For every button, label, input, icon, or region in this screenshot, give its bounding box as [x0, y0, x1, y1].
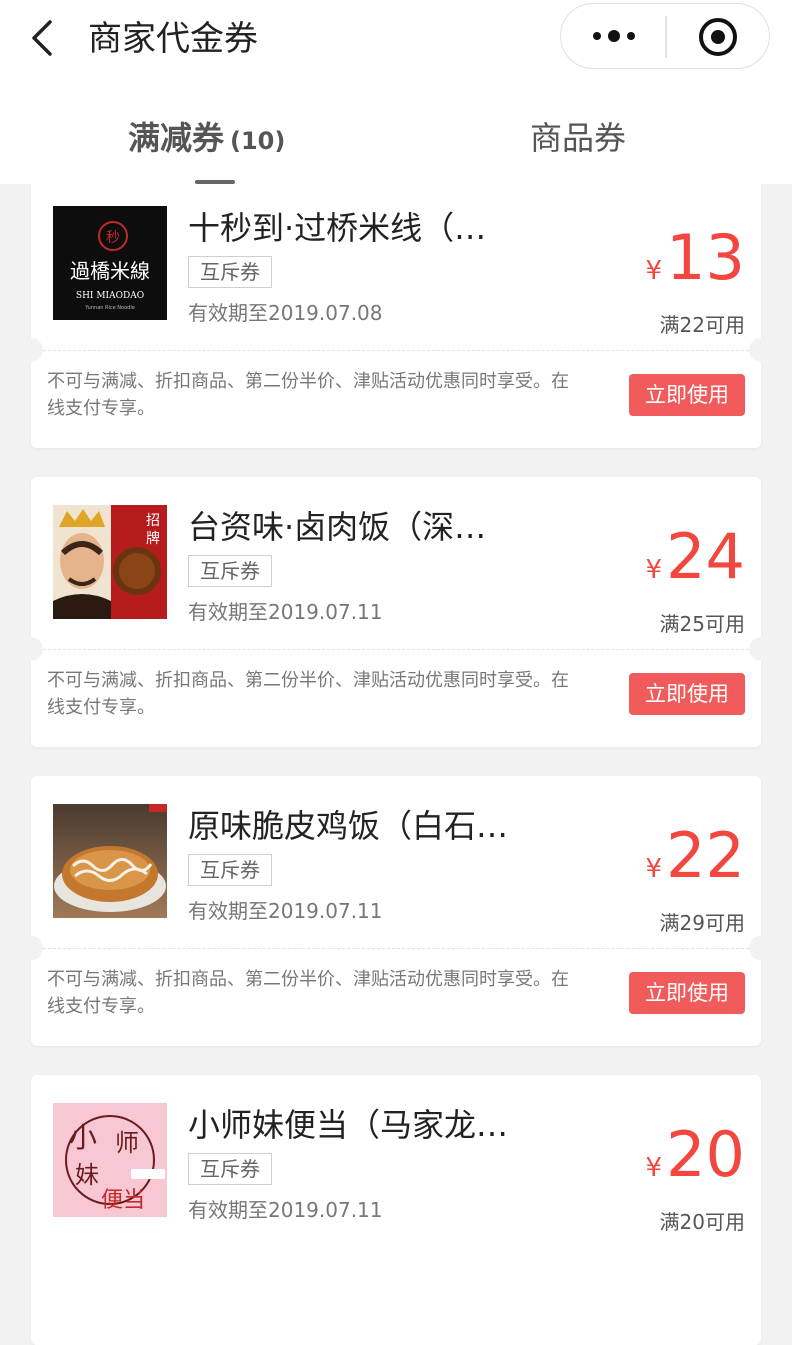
- card-notch: [749, 338, 773, 362]
- expire-date: 有效期至2019.07.08: [188, 301, 383, 325]
- svg-text:小: 小: [69, 1121, 97, 1154]
- capsule-divider: [665, 16, 667, 58]
- coupon-terms: 不可与满减、折扣商品、第二份半价、津贴活动优惠同时享受。在线支付专享。: [47, 969, 569, 1017]
- tab-discount-coupons[interactable]: 满减券 (10): [128, 108, 285, 168]
- record-target-icon[interactable]: [698, 17, 738, 57]
- expire-date: 有效期至2019.07.11: [188, 600, 383, 624]
- shop-name[interactable]: 原味脆皮鸡饭（白石…: [188, 804, 508, 848]
- page-title: 商家代金券: [88, 19, 258, 59]
- coupon-card: 招 牌 台资味·卤肉饭（深… 互斥券 有效期至2019.07.11 ¥24 满2…: [19, 477, 773, 747]
- coupon-card: 原味脆皮鸡饭（白石… 互斥券 有效期至2019.07.11 ¥22 满29可用 …: [19, 776, 773, 1046]
- currency-symbol: ¥: [645, 1153, 663, 1183]
- dashed-divider: [43, 948, 749, 949]
- shop-name[interactable]: 台资味·卤肉饭（深…: [188, 505, 486, 549]
- coupon-amount: ¥13: [646, 222, 745, 294]
- expire-date: 有效期至2019.07.11: [188, 899, 383, 923]
- active-tab-indicator: [195, 180, 235, 184]
- shop-logo: [53, 804, 167, 918]
- svg-text:师: 师: [115, 1129, 139, 1157]
- svg-text:牌: 牌: [146, 530, 160, 547]
- tab-label: 商品券: [530, 119, 627, 157]
- shop-logo: 秒 過橋米線 SHI MIAODAO Yunnan Rice Noodle: [53, 206, 167, 320]
- use-condition: 满20可用: [659, 1210, 745, 1234]
- svg-text:Yunnan Rice Noodle: Yunnan Rice Noodle: [84, 305, 135, 311]
- coupon-type-badge: 互斥券: [188, 1153, 272, 1185]
- coupon-terms: 不可与满减、折扣商品、第二份半价、津贴活动优惠同时享受。在线支付专享。: [47, 371, 569, 419]
- card-notch: [749, 637, 773, 661]
- back-arrow-icon[interactable]: [28, 18, 62, 58]
- coupon-amount: ¥24: [646, 521, 745, 593]
- more-dots-icon[interactable]: [591, 26, 637, 46]
- amount-value: 22: [666, 819, 745, 892]
- currency-symbol: ¥: [645, 854, 663, 884]
- coupon-card: 秒 過橋米線 SHI MIAODAO Yunnan Rice Noodle 十秒…: [19, 178, 773, 448]
- coupon-type-badge: 互斥券: [188, 854, 272, 886]
- coupon-amount: ¥20: [646, 1119, 745, 1191]
- top-bar: 商家代金券 满减券 (10) 商品券: [0, 0, 792, 184]
- coupon-terms: 不可与满减、折扣商品、第二份半价、津贴活动优惠同时享受。在线支付专享。: [47, 670, 569, 718]
- shop-name[interactable]: 十秒到·过桥米线（…: [188, 206, 486, 250]
- svg-text:秒: 秒: [106, 230, 120, 246]
- use-condition: 满29可用: [659, 911, 745, 935]
- expire-date: 有效期至2019.07.11: [188, 1198, 383, 1222]
- use-condition: 满25可用: [659, 612, 745, 636]
- dashed-divider: [43, 649, 749, 650]
- miniprogram-capsule: [560, 3, 770, 69]
- amount-value: 20: [666, 1118, 745, 1191]
- svg-text:SHI MIAODAO: SHI MIAODAO: [76, 291, 144, 301]
- amount-value: 13: [666, 221, 745, 294]
- shop-name[interactable]: 小师妹便当（马家龙…: [188, 1103, 508, 1147]
- card-notch: [19, 936, 43, 960]
- coupon-type-badge: 互斥券: [188, 256, 272, 288]
- shop-logo: 招 牌: [53, 505, 167, 619]
- svg-text:招: 招: [146, 513, 160, 529]
- coupon-amount: ¥22: [646, 820, 745, 892]
- use-now-button[interactable]: 立即使用: [629, 673, 745, 715]
- currency-symbol: ¥: [645, 555, 663, 585]
- dashed-divider: [43, 350, 749, 351]
- tab-count: (10): [230, 127, 286, 155]
- coupon-card: 小 师 妹 便当 小师妹便当（马家龙… 互斥券 有效期至2019.07.11 ¥…: [31, 1075, 761, 1345]
- svg-text:過橋米線: 過橋米線: [70, 259, 150, 283]
- amount-value: 24: [666, 520, 745, 593]
- card-notch: [19, 338, 43, 362]
- use-now-button[interactable]: 立即使用: [629, 972, 745, 1014]
- use-condition: 满22可用: [659, 313, 745, 337]
- tab-product-coupons[interactable]: 商品券: [530, 108, 626, 168]
- shop-logo: 小 师 妹 便当: [53, 1103, 167, 1217]
- svg-text:便当: 便当: [101, 1188, 145, 1213]
- tab-label: 满减券: [128, 119, 225, 157]
- svg-text:妹: 妹: [75, 1161, 99, 1189]
- use-now-button[interactable]: 立即使用: [629, 374, 745, 416]
- card-notch: [749, 936, 773, 960]
- coupon-type-badge: 互斥券: [188, 555, 272, 587]
- card-notch: [19, 637, 43, 661]
- currency-symbol: ¥: [645, 256, 663, 286]
